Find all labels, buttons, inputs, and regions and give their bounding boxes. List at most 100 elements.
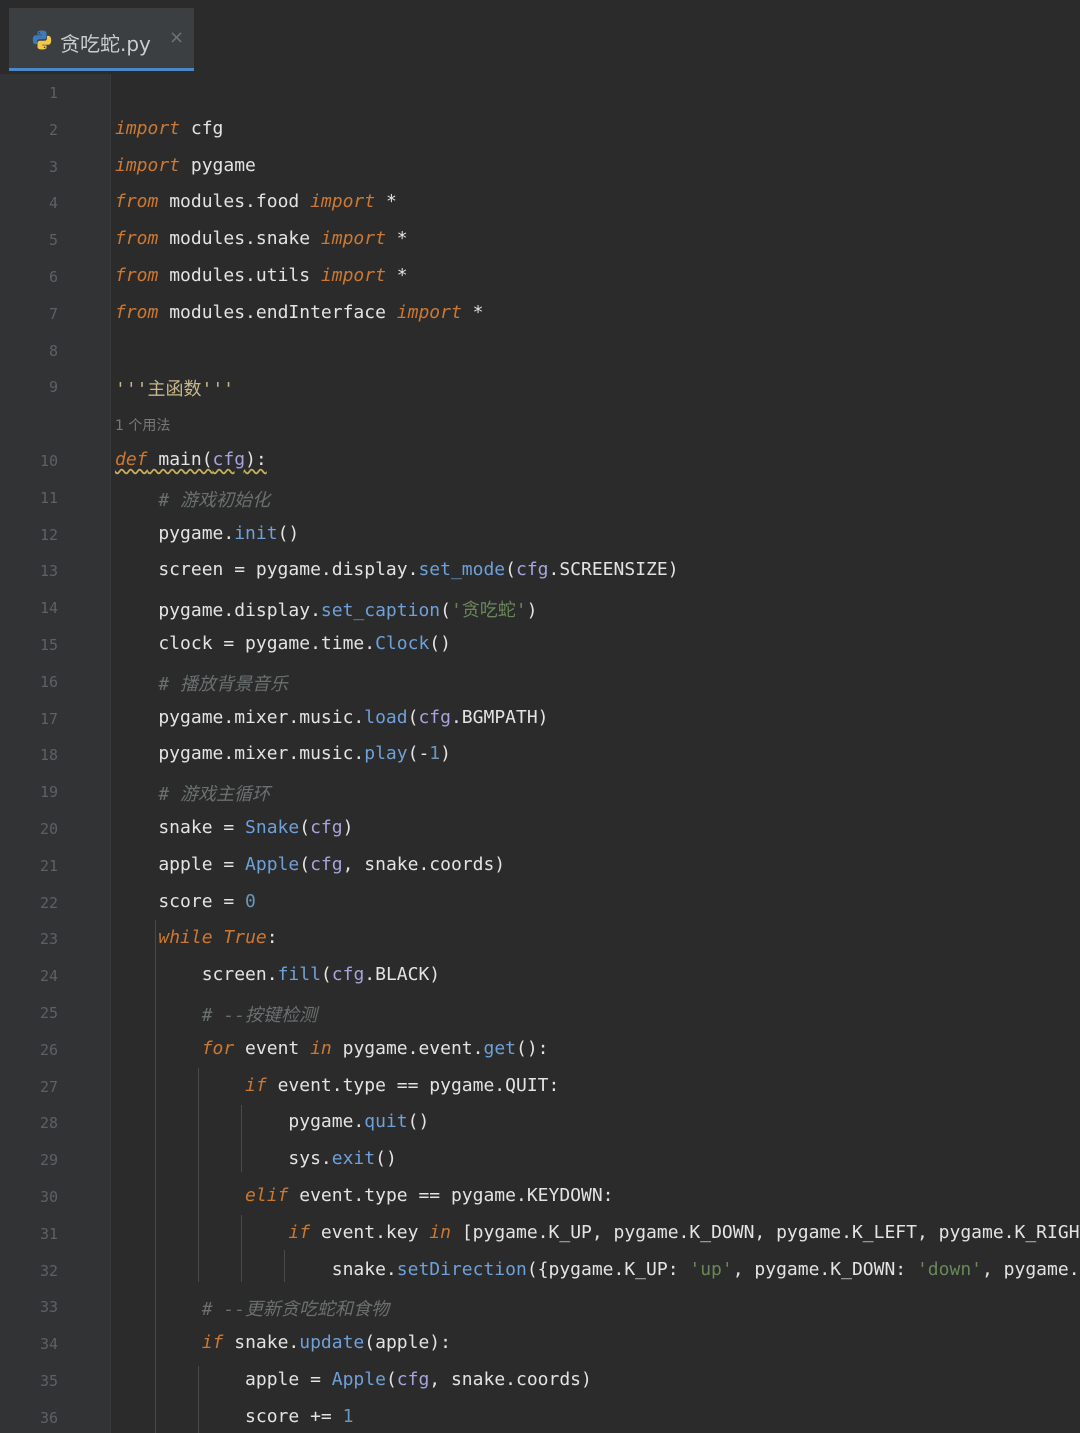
code-line[interactable]: 29 sys.exit() [0, 1142, 1080, 1178]
line-number: 3 [48, 157, 58, 176]
code-line[interactable]: 2 import cfg [0, 112, 1080, 148]
line-number: 27 [39, 1077, 58, 1096]
code-line[interactable]: 17 pygame.mixer.music.load(cfg.BGMPATH) [0, 701, 1080, 737]
code-line[interactable]: 26 for event in pygame.event.get(): [0, 1032, 1080, 1068]
code-line[interactable]: 32 snake.setDirection({pygame.K_UP: 'up'… [0, 1253, 1080, 1289]
code-line[interactable]: 36 score += 1 [0, 1400, 1080, 1433]
line-number: 35 [39, 1372, 58, 1390]
code-text: sys.exit() [115, 1148, 397, 1170]
code-text: clock = pygame.time.Clock() [115, 633, 451, 654]
code-line[interactable]: 13 screen = pygame.display.set_mode(cfg.… [0, 553, 1080, 589]
line-number: 16 [39, 672, 58, 691]
code-text: # 播放背景音乐 [158, 673, 289, 695]
line-number: 25 [39, 1004, 58, 1022]
code-editor[interactable]: 1 2 import cfg 3 import pygame 4 from modules.… [0, 74, 1080, 1433]
code-line[interactable]: 30 elif event.type == pygame.KEYDOWN: [0, 1179, 1080, 1215]
line-number: 32 [39, 1261, 58, 1280]
tab-file[interactable]: 贪吃蛇.py × [9, 8, 194, 71]
code-line[interactable]: 5 from modules.snake import * [0, 222, 1080, 258]
code-text: for event in pygame.event.get(): [201, 1037, 549, 1059]
code-line[interactable]: 34 if snake.update(apple): [0, 1326, 1080, 1362]
code-text: pygame.quit() [115, 1111, 430, 1133]
line-number: 23 [39, 930, 58, 949]
code-line[interactable]: 22 score = 0 [0, 885, 1080, 921]
tab-close-icon[interactable]: × [169, 27, 184, 48]
line-number: 19 [39, 783, 58, 802]
code-line[interactable]: 18 pygame.mixer.music.play(-1) [0, 737, 1080, 773]
line-number: 28 [39, 1114, 58, 1133]
code-text: '''主函数''' [115, 379, 235, 401]
line-number: 21 [39, 856, 58, 875]
line-number: 26 [39, 1040, 58, 1059]
indent-guide [284, 1250, 285, 1282]
code-text: snake = Snake(cfg) [115, 817, 354, 838]
code-line[interactable]: 27 if event.type == pygame.QUIT: [0, 1069, 1080, 1105]
code-line[interactable]: 25 # --按键检测 [0, 995, 1080, 1031]
line-number: 6 [48, 268, 58, 286]
code-text: screen.fill(cfg.BLACK) [115, 964, 441, 986]
code-line[interactable]: 16 # 播放背景音乐 [0, 664, 1080, 700]
line-number: 10 [39, 452, 58, 470]
code-text: from modules.snake import * [115, 228, 408, 250]
code-text: score += 1 [115, 1405, 354, 1427]
line-number: 9 [48, 378, 58, 397]
line-number: 1 [48, 84, 58, 102]
usages-hint-text: 1 个用法 [115, 418, 171, 435]
code-text: def main(cfg): [115, 449, 267, 470]
code-text: apple = Apple(cfg, snake.coords) [115, 853, 506, 875]
line-number: 29 [39, 1151, 58, 1170]
code-text: if event.key in [pygame.K_UP, pygame.K_D… [288, 1221, 1080, 1243]
code-text: apple = Apple(cfg, snake.coords) [115, 1369, 592, 1390]
code-line[interactable]: 10 def main(cfg): [0, 443, 1080, 479]
code-text: from modules.utils import * [115, 265, 408, 286]
indent-guide [155, 920, 156, 1433]
code-line[interactable]: 7 from modules.endInterface import * [0, 296, 1080, 332]
code-line[interactable]: 12 pygame.init() [0, 517, 1080, 553]
code-line[interactable]: 20 snake = Snake(cfg) [0, 811, 1080, 847]
code-line[interactable]: 23 while True: [0, 921, 1080, 957]
code-text: pygame.display.set_caption('贪吃蛇') [115, 600, 538, 622]
code-text: # 游戏主循环 [158, 784, 271, 806]
code-line[interactable]: 3 import pygame [0, 149, 1080, 185]
code-text: if snake.update(apple): [201, 1332, 451, 1354]
line-number: 18 [39, 746, 58, 765]
line-number: 36 [39, 1408, 58, 1427]
code-line[interactable]: 33 # --更新贪吃蛇和食物 [0, 1289, 1080, 1325]
line-number: 13 [39, 562, 58, 581]
line-number: 22 [39, 893, 58, 912]
code-line[interactable]: 9 '''主函数''' [0, 369, 1080, 405]
code-line[interactable]: 21 apple = Apple(cfg, snake.coords) [0, 848, 1080, 884]
line-number: 11 [39, 488, 58, 507]
code-line[interactable]: 1 [0, 75, 1080, 111]
line-number: 31 [39, 1224, 58, 1243]
indent-guide [198, 1366, 199, 1433]
line-number: 8 [48, 341, 58, 360]
line-number: 7 [48, 304, 58, 323]
code-line[interactable]: 31 if event.key in [pygame.K_UP, pygame.… [0, 1216, 1080, 1252]
indent-guide [198, 1068, 199, 1282]
line-number: 30 [39, 1188, 58, 1206]
code-line[interactable]: 35 apple = Apple(cfg, snake.coords) [0, 1363, 1080, 1399]
code-text: pygame.mixer.music.load(cfg.BGMPATH) [115, 706, 549, 728]
code-text: if event.type == pygame.QUIT: [245, 1074, 560, 1096]
code-line[interactable]: 28 pygame.quit() [0, 1105, 1080, 1141]
python-file-icon [32, 30, 52, 50]
line-number: 4 [48, 194, 58, 213]
line-number: 24 [39, 967, 58, 986]
code-text: from modules.food import * [115, 191, 397, 213]
code-line[interactable]: 6 from modules.utils import * [0, 259, 1080, 295]
line-number: 34 [39, 1335, 58, 1354]
code-line[interactable]: 4 from modules.food import * [0, 185, 1080, 221]
code-line[interactable]: 24 screen.fill(cfg.BLACK) [0, 958, 1080, 994]
code-text: elif event.type == pygame.KEYDOWN: [245, 1185, 614, 1206]
code-line[interactable]: 8 [0, 333, 1080, 369]
code-line[interactable]: 15 clock = pygame.time.Clock() [0, 627, 1080, 663]
usages-hint[interactable]: 1 个用法 [0, 406, 1080, 442]
code-text: import pygame [115, 154, 256, 176]
code-line[interactable]: 11 # 游戏初始化 [0, 480, 1080, 516]
indent-guide [241, 1215, 242, 1282]
code-line[interactable]: 14 pygame.display.set_caption('贪吃蛇') [0, 590, 1080, 626]
code-line[interactable]: 19 # 游戏主循环 [0, 774, 1080, 810]
line-number: 12 [39, 525, 58, 544]
line-number: 33 [39, 1298, 58, 1317]
